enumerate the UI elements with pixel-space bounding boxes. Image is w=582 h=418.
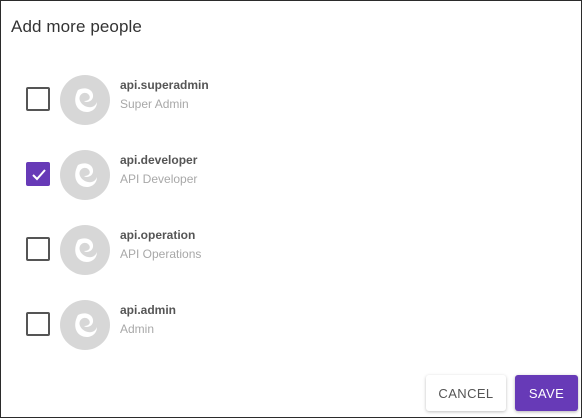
person-checkbox-superadmin[interactable]	[26, 87, 50, 111]
default-avatar-icon	[60, 75, 110, 125]
person-checkbox-admin[interactable]	[26, 312, 50, 336]
person-role: Super Admin	[120, 97, 189, 111]
cancel-button[interactable]: CANCEL	[426, 375, 506, 411]
check-icon	[32, 169, 46, 181]
default-avatar-icon	[60, 225, 110, 275]
person-role: API Operations	[120, 247, 202, 261]
person-row-operation: api.operation API Operations	[1, 219, 581, 275]
default-avatar-icon	[60, 150, 110, 200]
person-checkbox-operation[interactable]	[26, 237, 50, 261]
person-checkbox-developer[interactable]	[26, 162, 50, 186]
person-name: api.operation	[120, 228, 196, 242]
person-name: api.admin	[120, 303, 177, 317]
dialog-title: Add more people	[11, 17, 142, 36]
default-avatar-icon	[60, 300, 110, 350]
person-role: Admin	[120, 322, 155, 336]
person-row-developer: api.developer API Developer	[1, 144, 581, 200]
person-row-admin: api.admin Admin	[1, 294, 581, 350]
save-button[interactable]: SAVE	[515, 375, 578, 411]
person-row-superadmin: api.superadmin Super Admin	[1, 69, 581, 125]
add-people-dialog: Add more people api.superadmin Super Adm…	[0, 0, 582, 418]
person-name: api.developer	[120, 153, 198, 167]
person-name: api.superadmin	[120, 78, 209, 92]
person-role: API Developer	[120, 172, 198, 186]
